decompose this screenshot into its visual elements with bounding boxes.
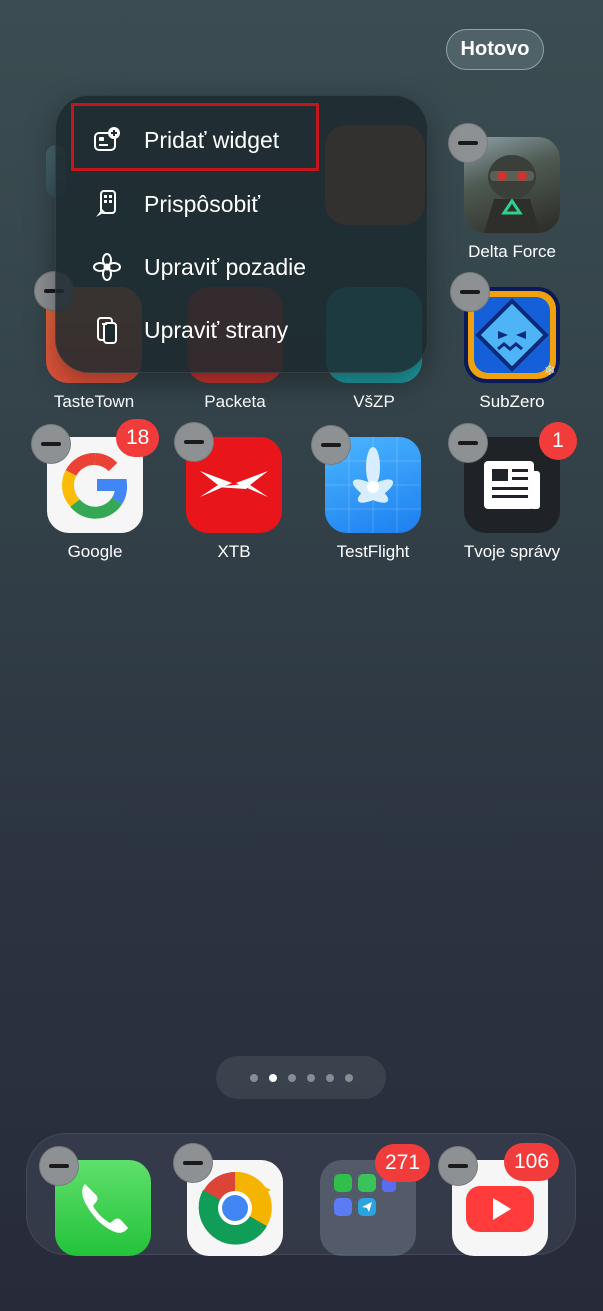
app-label: VšZP: [353, 392, 395, 411]
page-dot[interactable]: [306, 1073, 315, 1082]
remove-app-button[interactable]: [39, 1146, 79, 1186]
menu-item-edit-wallpaper[interactable]: Upraviť pozadie: [92, 247, 306, 287]
app-label: Tvoje správy: [463, 542, 561, 561]
edit-pages-icon: [92, 315, 122, 345]
menu-item-add-widget[interactable]: Pridať widget: [92, 120, 279, 160]
page-dot-active[interactable]: [268, 1073, 277, 1082]
menu-item-label: Prispôsobiť: [144, 190, 261, 217]
page-dot[interactable]: [287, 1073, 296, 1082]
page-dot[interactable]: [344, 1073, 353, 1082]
app-label: SubZero: [479, 392, 545, 411]
notification-badge: 18: [116, 419, 160, 457]
done-button[interactable]: Hotovo: [446, 29, 544, 70]
app-label: XTB: [217, 542, 251, 561]
customize-icon: [92, 189, 122, 219]
remove-app-button[interactable]: [311, 425, 351, 465]
notification-badge: 106: [504, 1143, 560, 1181]
svg-text:❄: ❄: [544, 363, 556, 379]
remove-app-button[interactable]: [448, 423, 488, 463]
notification-badge: 1: [539, 422, 577, 460]
app-label: Delta Force: [468, 242, 556, 261]
add-widget-icon: [92, 125, 122, 155]
menu-item-customize[interactable]: Prispôsobiť: [92, 184, 260, 224]
remove-app-button[interactable]: [173, 1143, 213, 1183]
menu-item-edit-pages[interactable]: Upraviť strany: [92, 310, 288, 350]
page-dot[interactable]: [249, 1073, 258, 1082]
home-screen-context-menu: Pridať widget Prispôsobiť Upraviť pozadi…: [55, 95, 428, 373]
remove-app-button[interactable]: [450, 272, 490, 312]
page-dot[interactable]: [325, 1073, 334, 1082]
page-indicator[interactable]: [216, 1056, 386, 1099]
remove-app-button[interactable]: [448, 123, 488, 163]
notification-badge: 271: [375, 1144, 431, 1182]
app-label: Google: [67, 542, 123, 561]
remove-app-button[interactable]: [438, 1146, 478, 1186]
menu-item-label: Upraviť pozadie: [144, 253, 307, 280]
remove-app-button[interactable]: [31, 424, 71, 464]
menu-item-label: Pridať widget: [144, 126, 280, 153]
menu-item-label: Upraviť strany: [144, 316, 289, 343]
wallpaper-icon: [92, 252, 122, 282]
app-label: TestFlight: [336, 542, 410, 561]
app-label: TasteTown: [53, 392, 135, 411]
remove-app-button[interactable]: [174, 422, 214, 462]
app-label: Packeta: [204, 392, 266, 411]
